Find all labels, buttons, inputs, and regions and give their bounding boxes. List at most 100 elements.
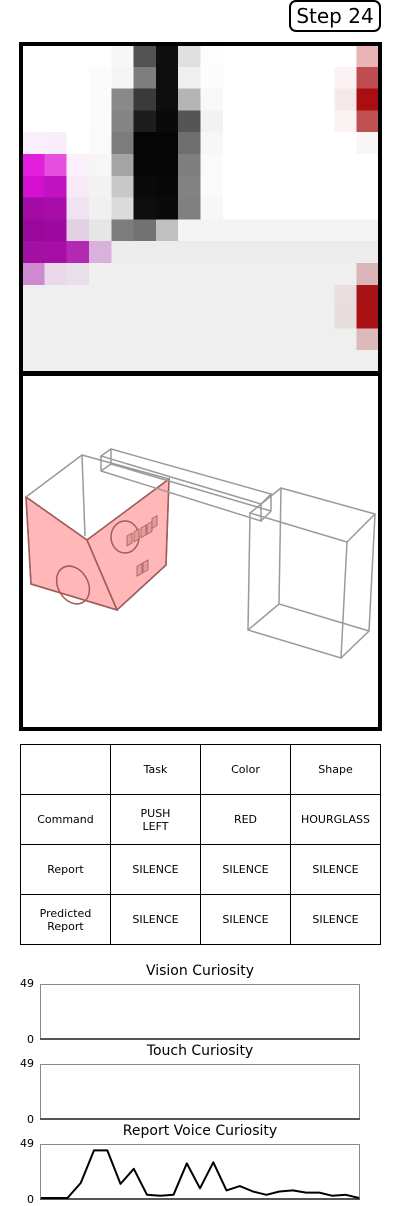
vision-pixel [155,328,179,351]
vision-pixel [178,263,202,286]
vision-pixel [356,328,380,351]
vision-pixel-grid [22,45,380,373]
table-row-label: Report [20,844,111,895]
vision-pixel [289,241,313,264]
vision-pixel [44,219,68,242]
vision-pixel [312,175,335,199]
table-cell: SILENCE [110,844,201,895]
vision-pixel [356,241,380,264]
vision-pixel [334,154,358,177]
vision-pixel [245,350,269,373]
table-cell: SILENCE [200,844,291,895]
vision-pixel [133,110,157,133]
vision-pixel [66,66,90,90]
vision-pixel [334,263,358,286]
vision-pixel [155,241,179,264]
vision-pixel [267,88,291,111]
vision-pixel [88,306,112,329]
vision-pixel [289,350,313,373]
vision-pixel [155,350,179,373]
table-row: Command PUSH LEFT RED HOURGLASS [20,794,381,845]
vision-pixel [245,263,269,286]
table-row: Report SILENCE SILENCE SILENCE [20,844,381,895]
vision-pixel [356,197,380,220]
vision-pixel [312,241,335,264]
vision-pixel [44,197,68,220]
report-table: Task Color Shape Command PUSH LEFT RED HOURGLAS… [20,744,381,945]
vision-pixel [334,45,358,68]
vision-pixel [133,241,157,264]
vision-pixel [312,45,335,68]
vision-pixel [356,284,380,308]
vision-pixel [22,241,45,264]
vision-pixel [155,284,179,308]
chart-title: Touch Curiosity [146,1043,254,1059]
vision-pixel [22,219,45,242]
vision-pixel [133,263,157,286]
vision-pixel [200,219,224,242]
chart-title: Report Voice Curiosity [122,1123,278,1139]
vision-pixel [133,88,157,111]
table-cell: SILENCE [290,894,381,945]
vision-pixel [178,45,202,68]
vision-pixel [356,66,380,90]
vision-pixel [245,219,269,242]
vision-pixel [312,263,335,286]
vision-pixel [289,88,313,111]
vision-panel [19,42,382,375]
vision-pixel [66,328,90,351]
vision-pixel [222,197,246,220]
vision-pixel [155,219,179,242]
vision-pixel [66,306,90,329]
y-tick-label: 0 [27,1193,34,1206]
vision-pixel [66,154,90,177]
vision-pixel [88,110,112,133]
y-tick-label: 49 [20,1137,34,1150]
vision-pixel [222,154,246,177]
vision-pixel [200,328,224,351]
vision-pixel [267,328,291,351]
vision-pixel [111,45,135,68]
vision-pixel [356,263,380,286]
vision-pixel [222,350,246,373]
vision-pixel [22,154,45,177]
vision-pixel [88,175,112,199]
vision-pixel [88,350,112,373]
vision-pixel [66,132,90,155]
vision-pixel [155,175,179,199]
x-axis-line [40,1118,360,1120]
table-cell: SILENCE [290,844,381,895]
vision-pixel [222,45,246,68]
vision-pixel [44,306,68,329]
vision-pixel [312,197,335,220]
vision-pixel [44,328,68,351]
vision-pixel [44,66,68,90]
vision-pixel [267,306,291,329]
vision-pixel [88,241,112,264]
vision-pixel [245,132,269,155]
vision-pixel [289,154,313,177]
vision-pixel [356,88,380,111]
vision-pixel [44,110,68,133]
vision-pixel [88,284,112,308]
vision-pixel [111,175,135,199]
vision-pixel [312,154,335,177]
table-header-row: Task Color Shape [20,744,381,795]
vision-pixel [334,284,358,308]
vision-pixel [267,284,291,308]
vision-pixel [133,328,157,351]
hand-box [25,454,170,612]
vision-pixel [334,132,358,155]
vision-pixel [200,132,224,155]
vision-pixel [200,241,224,264]
vision-pixel [289,219,313,242]
vision-pixel [111,132,135,155]
vision-pixel [267,132,291,155]
vision-pixel [44,175,68,199]
vision-pixel [155,197,179,220]
vision-pixel [22,175,45,199]
vision-pixel [312,110,335,133]
vision-pixel [178,328,202,351]
vision-pixel [133,132,157,155]
vision-pixel [312,306,335,329]
